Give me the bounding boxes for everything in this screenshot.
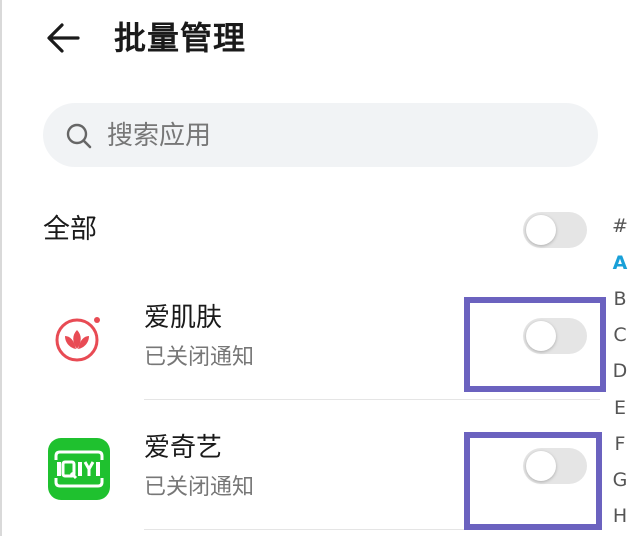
back-button[interactable]	[40, 14, 88, 62]
row-divider	[144, 399, 600, 400]
toggle-knob	[526, 215, 556, 245]
app-name: 爱奇艺	[144, 433, 223, 463]
app-notification-status: 已关闭通知	[144, 345, 255, 370]
app-header: 批量管理	[0, 0, 640, 80]
highlight-box	[464, 297, 606, 392]
search-icon	[66, 123, 92, 149]
iqiyi-icon[interactable]	[48, 438, 110, 500]
index-letter[interactable]: B	[600, 287, 640, 311]
index-letter[interactable]: F	[600, 432, 640, 456]
select-all-toggle[interactable]	[523, 212, 587, 248]
select-all-row: 全部	[0, 200, 600, 260]
app-notification-status: 已关闭通知	[144, 475, 255, 500]
lotus-icon[interactable]	[48, 308, 110, 370]
index-letter[interactable]: G	[600, 468, 640, 492]
page-title: 批量管理	[114, 19, 247, 57]
index-letter[interactable]: C	[600, 323, 640, 347]
search-input[interactable]	[105, 113, 579, 159]
back-arrow-icon	[47, 23, 80, 53]
index-letter[interactable]: D	[600, 359, 640, 383]
index-letter[interactable]: E	[600, 396, 640, 420]
select-all-label: 全部	[43, 214, 97, 245]
highlight-box	[464, 432, 602, 530]
index-letter[interactable]: #	[600, 214, 640, 238]
index-letter[interactable]: H	[600, 504, 640, 528]
index-letter-active[interactable]: A	[600, 251, 640, 275]
app-name: 爱肌肤	[144, 303, 223, 333]
search-bar[interactable]	[43, 103, 598, 167]
